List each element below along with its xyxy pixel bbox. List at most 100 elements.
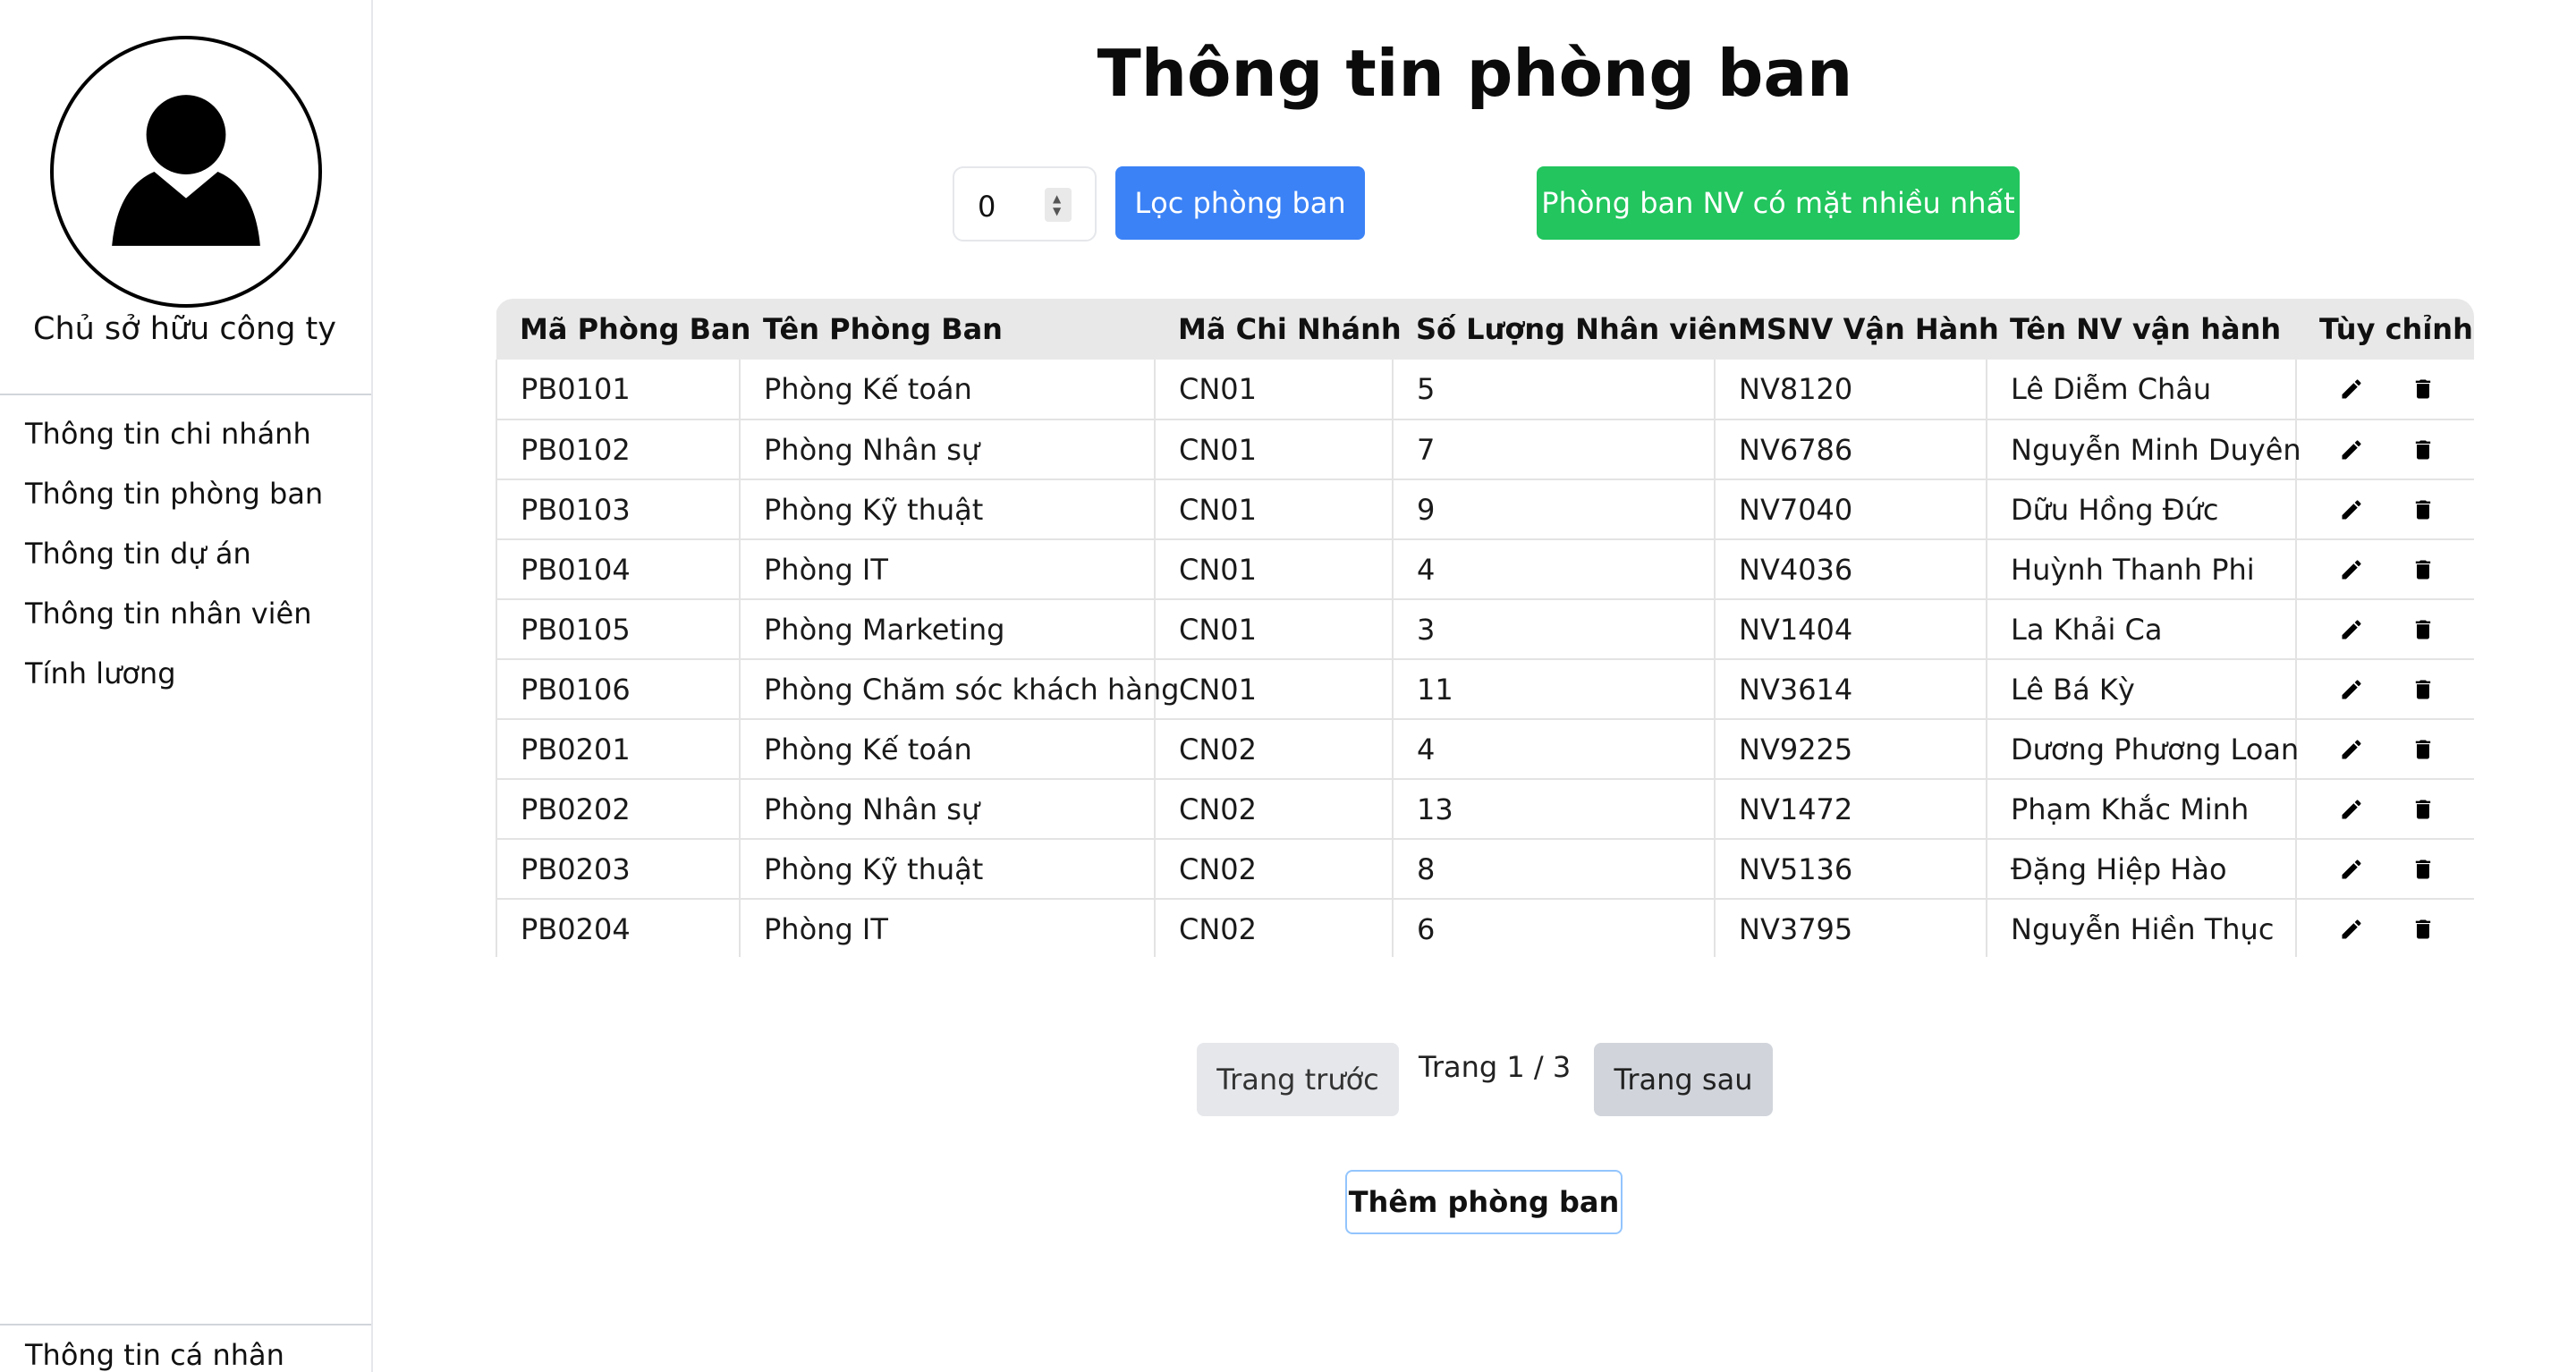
cell-actions bbox=[2296, 360, 2474, 420]
trash-icon[interactable] bbox=[2408, 794, 2438, 825]
avatar bbox=[50, 36, 322, 308]
pencil-icon[interactable] bbox=[2336, 734, 2367, 765]
trash-icon[interactable] bbox=[2408, 734, 2438, 765]
pencil-icon[interactable] bbox=[2336, 435, 2367, 465]
trash-icon[interactable] bbox=[2408, 374, 2438, 404]
column-header-actions: Tùy chỉnh bbox=[2296, 299, 2474, 360]
sidebar-item-branch-info[interactable]: Thông tin chi nhánh bbox=[25, 404, 323, 464]
cell-operator-id: NV3614 bbox=[1715, 659, 1987, 720]
trash-icon[interactable] bbox=[2408, 854, 2438, 885]
next-page-button[interactable]: Trang sau bbox=[1594, 1043, 1773, 1116]
cell-operator-name: Dữu Hồng Đức bbox=[1987, 479, 2297, 540]
cell-branch-id: CN02 bbox=[1155, 839, 1394, 900]
pencil-icon[interactable] bbox=[2336, 374, 2367, 404]
cell-department-name: Phòng Kế toán bbox=[740, 719, 1156, 780]
page-indicator: Trang 1 / 3 bbox=[1419, 1050, 1572, 1084]
sidebar-item-department-info[interactable]: Thông tin phòng ban bbox=[25, 464, 323, 524]
cell-operator-id: NV3795 bbox=[1715, 899, 1987, 957]
sidebar-item-employee-info[interactable]: Thông tin nhân viên bbox=[25, 584, 323, 644]
table-row: PB0204 Phòng IT CN02 6 NV3795 Nguyễn Hiền Thụ… bbox=[496, 899, 2474, 957]
cell-operator-id: NV9225 bbox=[1715, 719, 1987, 780]
cell-employee-count: 4 bbox=[1393, 539, 1716, 600]
most-present-department-button[interactable]: Phòng ban NV có mặt nhiều nhất bbox=[1537, 166, 2020, 240]
cell-department-id: PB0101 bbox=[496, 360, 741, 420]
cell-operator-name: Đặng Hiệp Hào bbox=[1987, 839, 2297, 900]
row-actions bbox=[2297, 854, 2474, 885]
table-row: PB0202 Phòng Nhân sự CN02 13 NV1472 Phạm Khắc… bbox=[496, 779, 2474, 840]
add-department-button[interactable]: Thêm phòng ban bbox=[1345, 1170, 1623, 1234]
cell-operator-id: NV6786 bbox=[1715, 419, 1987, 480]
pencil-icon[interactable] bbox=[2336, 614, 2367, 645]
cell-actions bbox=[2296, 479, 2474, 540]
trash-icon[interactable] bbox=[2408, 614, 2438, 645]
pencil-icon[interactable] bbox=[2336, 914, 2367, 944]
column-header-operator-name: Tên NV vận hành bbox=[1987, 299, 2296, 360]
table-row: PB0101 Phòng Kế toán CN01 5 NV8120 Lê Diễm Ch… bbox=[496, 360, 2474, 420]
cell-employee-count: 13 bbox=[1393, 779, 1716, 840]
cell-actions bbox=[2296, 899, 2474, 957]
cell-branch-id: CN01 bbox=[1155, 479, 1394, 540]
cell-operator-name: Dương Phương Loan bbox=[1987, 719, 2299, 780]
table-row: PB0203 Phòng Kỹ thuật CN02 8 NV5136 Đặng Hiệp… bbox=[496, 839, 2474, 900]
cell-actions bbox=[2296, 599, 2474, 660]
cell-department-id: PB0104 bbox=[496, 539, 741, 600]
cell-department-id: PB0201 bbox=[496, 719, 741, 780]
number-stepper[interactable]: ▲ ▼ bbox=[1045, 188, 1072, 222]
pencil-icon[interactable] bbox=[2336, 794, 2367, 825]
row-actions bbox=[2297, 674, 2474, 705]
cell-operator-name: La Khải Ca bbox=[1987, 599, 2297, 660]
cell-employee-count: 4 bbox=[1393, 719, 1716, 780]
cell-department-id: PB0202 bbox=[496, 779, 741, 840]
row-actions bbox=[2297, 614, 2474, 645]
owner-name: Chủ sở hữu công ty bbox=[33, 311, 336, 347]
cell-branch-id: CN02 bbox=[1155, 899, 1394, 957]
pencil-icon[interactable] bbox=[2336, 674, 2367, 705]
trash-icon[interactable] bbox=[2408, 435, 2438, 465]
sidebar-item-personal-info[interactable]: Thông tin cá nhân bbox=[25, 1338, 284, 1372]
row-actions bbox=[2297, 555, 2474, 585]
sidebar-item-salary[interactable]: Tính lương bbox=[25, 644, 323, 704]
sidebar-item-project-info[interactable]: Thông tin dự án bbox=[25, 524, 323, 584]
cell-department-name: Phòng Chăm sóc khách hàng bbox=[740, 659, 1179, 720]
trash-icon[interactable] bbox=[2408, 674, 2438, 705]
department-table: Mã Phòng Ban Tên Phòng Ban Mã Chi Nhánh … bbox=[496, 299, 2474, 957]
employee-count-input[interactable]: 0 ▲ ▼ bbox=[953, 166, 1097, 241]
row-actions bbox=[2297, 914, 2474, 944]
table-header-row: Mã Phòng Ban Tên Phòng Ban Mã Chi Nhánh … bbox=[496, 299, 2474, 360]
trash-icon[interactable] bbox=[2408, 495, 2438, 525]
column-header-department-name: Tên Phòng Ban bbox=[740, 299, 1155, 360]
filter-department-button[interactable]: Lọc phòng ban bbox=[1115, 166, 1365, 240]
cell-department-name: Phòng Nhân sự bbox=[740, 419, 1156, 480]
table-row: PB0102 Phòng Nhân sự CN01 7 NV6786 Nguyễn Min… bbox=[496, 419, 2474, 480]
cell-branch-id: CN01 bbox=[1155, 599, 1394, 660]
column-header-operator-id: MSNV Vận Hành bbox=[1715, 299, 1999, 360]
cell-actions bbox=[2296, 779, 2474, 840]
table-row: PB0105 Phòng Marketing CN01 3 NV1404 La Khải … bbox=[496, 599, 2474, 660]
cell-branch-id: CN01 bbox=[1155, 539, 1394, 600]
pencil-icon[interactable] bbox=[2336, 854, 2367, 885]
table-row: PB0106 Phòng Chăm sóc khách hàng CN01 11 NV3… bbox=[496, 659, 2474, 720]
row-actions bbox=[2297, 495, 2474, 525]
pencil-icon[interactable] bbox=[2336, 495, 2367, 525]
row-actions bbox=[2297, 435, 2474, 465]
cell-actions bbox=[2296, 719, 2474, 780]
row-actions bbox=[2297, 734, 2474, 765]
department-table-container: Mã Phòng Ban Tên Phòng Ban Mã Chi Nhánh … bbox=[496, 299, 2474, 957]
cell-actions bbox=[2296, 539, 2474, 600]
cell-operator-name: Lê Diễm Châu bbox=[1987, 360, 2297, 420]
cell-department-id: PB0203 bbox=[496, 839, 741, 900]
pencil-icon[interactable] bbox=[2336, 555, 2367, 585]
trash-icon[interactable] bbox=[2408, 555, 2438, 585]
cell-operator-id: NV4036 bbox=[1715, 539, 1987, 600]
cell-department-name: Phòng Kế toán bbox=[740, 360, 1156, 420]
cell-branch-id: CN02 bbox=[1155, 719, 1394, 780]
chevron-up-icon[interactable]: ▲ bbox=[1053, 193, 1061, 204]
cell-employee-count: 7 bbox=[1393, 419, 1716, 480]
cell-department-id: PB0204 bbox=[496, 899, 741, 957]
employee-count-value: 0 bbox=[978, 190, 996, 224]
cell-employee-count: 9 bbox=[1393, 479, 1716, 540]
cell-employee-count: 11 bbox=[1393, 659, 1716, 720]
prev-page-button[interactable]: Trang trước bbox=[1197, 1043, 1399, 1116]
trash-icon[interactable] bbox=[2408, 914, 2438, 944]
chevron-down-icon[interactable]: ▼ bbox=[1053, 206, 1061, 216]
